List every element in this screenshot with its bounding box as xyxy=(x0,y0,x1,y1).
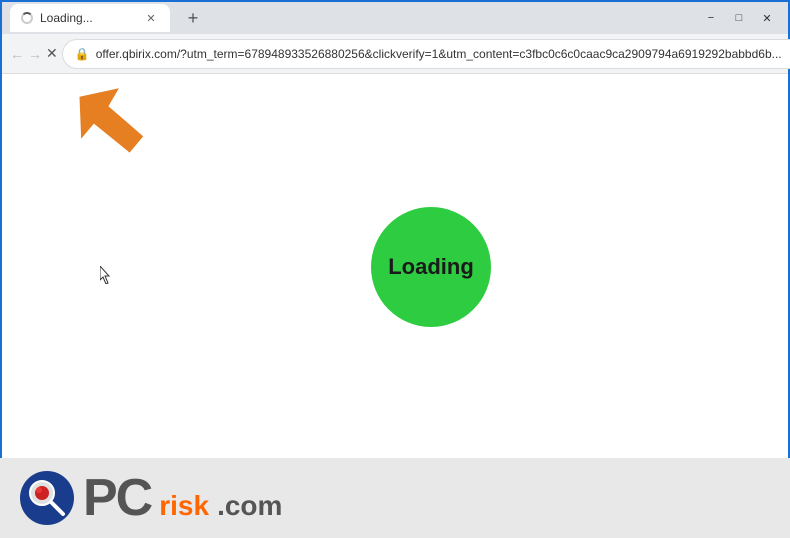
forward-button[interactable]: → xyxy=(28,40,42,68)
close-button[interactable]: ✕ xyxy=(754,8,780,28)
mouse-cursor xyxy=(100,266,112,284)
tab-title: Loading... xyxy=(40,11,136,25)
tab-favicon xyxy=(20,11,34,25)
loading-text: Loading xyxy=(388,254,474,280)
lock-icon: 🔒 xyxy=(75,47,90,61)
loading-spinner xyxy=(21,12,33,24)
nav-bar: ← → ✕ 🔒 offer.qbirix.com/?utm_term=67894… xyxy=(2,34,788,74)
title-bar: Loading... ✕ + − □ ✕ xyxy=(2,2,788,34)
minimize-button[interactable]: − xyxy=(698,8,724,28)
title-bar-left: Loading... ✕ + xyxy=(10,4,698,32)
back-button[interactable]: ← xyxy=(10,40,24,68)
loading-indicator: Loading xyxy=(371,207,491,327)
pcrisk-risk-text: risk xyxy=(159,492,209,526)
address-bar[interactable]: 🔒 offer.qbirix.com/?utm_term=67894893352… xyxy=(62,39,790,69)
main-content: Loading xyxy=(2,74,788,460)
orange-arrow xyxy=(72,84,162,174)
pcrisk-pc-text: PC xyxy=(83,472,151,524)
watermark-bar: PC risk .com xyxy=(0,458,790,538)
reload-button[interactable]: ✕ xyxy=(46,40,58,68)
new-tab-button[interactable]: + xyxy=(180,5,206,31)
pcrisk-logo: PC risk .com xyxy=(20,471,282,526)
pcrisk-icon xyxy=(20,471,75,526)
tab-close-button[interactable]: ✕ xyxy=(142,9,160,27)
url-text: offer.qbirix.com/?utm_term=6789489335268… xyxy=(96,47,782,61)
window-controls: − □ ✕ xyxy=(698,8,780,28)
restore-button[interactable]: □ xyxy=(726,8,752,28)
browser-tab[interactable]: Loading... ✕ xyxy=(10,4,170,32)
pcrisk-dotcom-text: .com xyxy=(217,492,282,526)
